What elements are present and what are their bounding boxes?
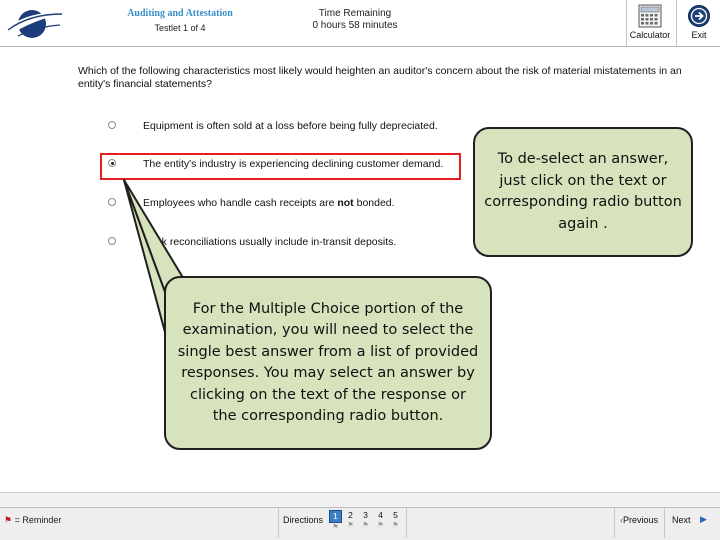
instructions-callout: For the Multiple Choice portion of the e… <box>164 276 492 450</box>
callout-pointer <box>123 179 189 337</box>
instructions-callout-text: For the Multiple Choice portion of the e… <box>177 300 479 425</box>
